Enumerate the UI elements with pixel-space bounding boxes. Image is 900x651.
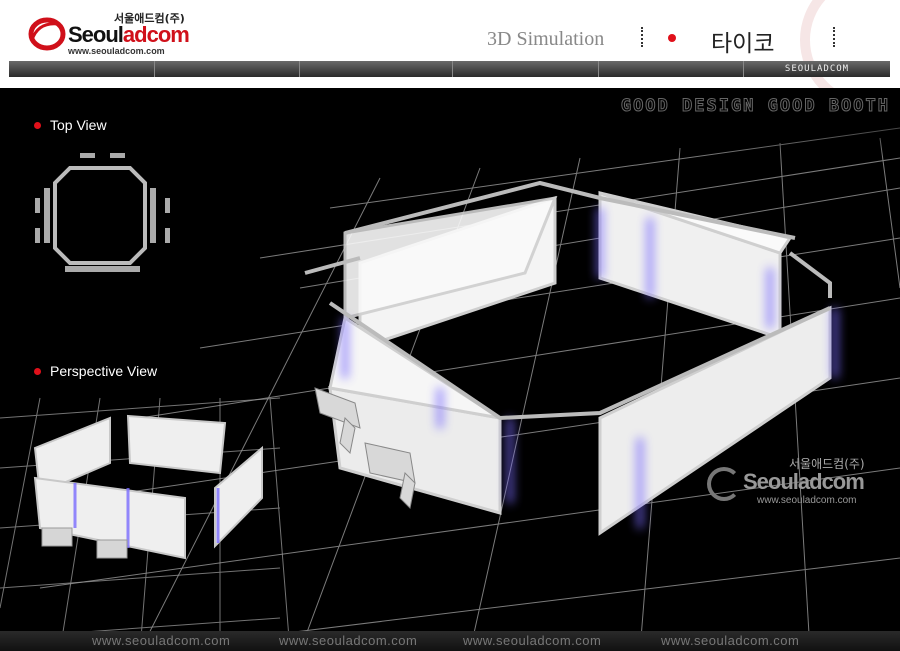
watermark-wordmark: Seouladcom bbox=[743, 469, 865, 494]
footer-url[interactable]: www.seouladcom.com bbox=[279, 633, 417, 648]
logo-wordmark-suffix: adcom bbox=[122, 22, 190, 47]
header: 서울애드컴(주) Seouladcom www.seouladcom.com 3… bbox=[0, 0, 900, 88]
simulation-stage: GOOD DESIGN GOOD BOOTH Top View Perspect… bbox=[0, 88, 900, 651]
perspective-view-label-text: Perspective View bbox=[50, 363, 158, 379]
top-view-plan bbox=[53, 166, 147, 265]
logo-wordmark: Seouladcom bbox=[68, 22, 190, 48]
red-bullet-icon bbox=[668, 34, 676, 42]
nav-bar: SEOULADCOM bbox=[9, 61, 890, 77]
top-view-label: Top View bbox=[34, 117, 107, 133]
tagline: GOOD DESIGN GOOD BOOTH bbox=[620, 96, 890, 117]
logo-wordmark-prefix: Seoul bbox=[68, 22, 124, 47]
nav-brand[interactable]: SEOULADCOM bbox=[744, 61, 890, 77]
footer: www.seouladcom.com www.seouladcom.com ww… bbox=[0, 631, 900, 651]
divider-dots bbox=[641, 27, 645, 47]
logo-url: www.seouladcom.com bbox=[68, 46, 165, 56]
red-bullet-icon bbox=[34, 121, 41, 129]
perspective-view-label: Perspective View bbox=[34, 363, 157, 379]
nav-item[interactable] bbox=[300, 61, 453, 77]
logo[interactable]: 서울애드컴(주) Seouladcom www.seouladcom.com bbox=[28, 10, 190, 56]
divider-dots bbox=[833, 27, 837, 47]
top-view-label-text: Top View bbox=[50, 117, 107, 133]
simulation-title: 3D Simulation bbox=[487, 28, 605, 50]
logo-swirl-icon bbox=[28, 17, 66, 51]
nav-item[interactable] bbox=[155, 61, 300, 77]
watermark-logo: 서울애드컴(주) Seouladcom www.seouladcom.com bbox=[707, 455, 887, 515]
footer-url[interactable]: www.seouladcom.com bbox=[661, 633, 799, 648]
nav-item[interactable] bbox=[453, 61, 599, 77]
watermark-url: www.seouladcom.com bbox=[757, 495, 857, 506]
product-title: 타이코 bbox=[711, 31, 775, 57]
red-bullet-icon bbox=[34, 367, 41, 375]
watermark-swirl-icon bbox=[707, 467, 741, 501]
footer-url[interactable]: www.seouladcom.com bbox=[92, 633, 230, 648]
footer-url[interactable]: www.seouladcom.com bbox=[463, 633, 601, 648]
nav-item[interactable] bbox=[599, 61, 744, 77]
nav-item[interactable] bbox=[9, 61, 155, 77]
